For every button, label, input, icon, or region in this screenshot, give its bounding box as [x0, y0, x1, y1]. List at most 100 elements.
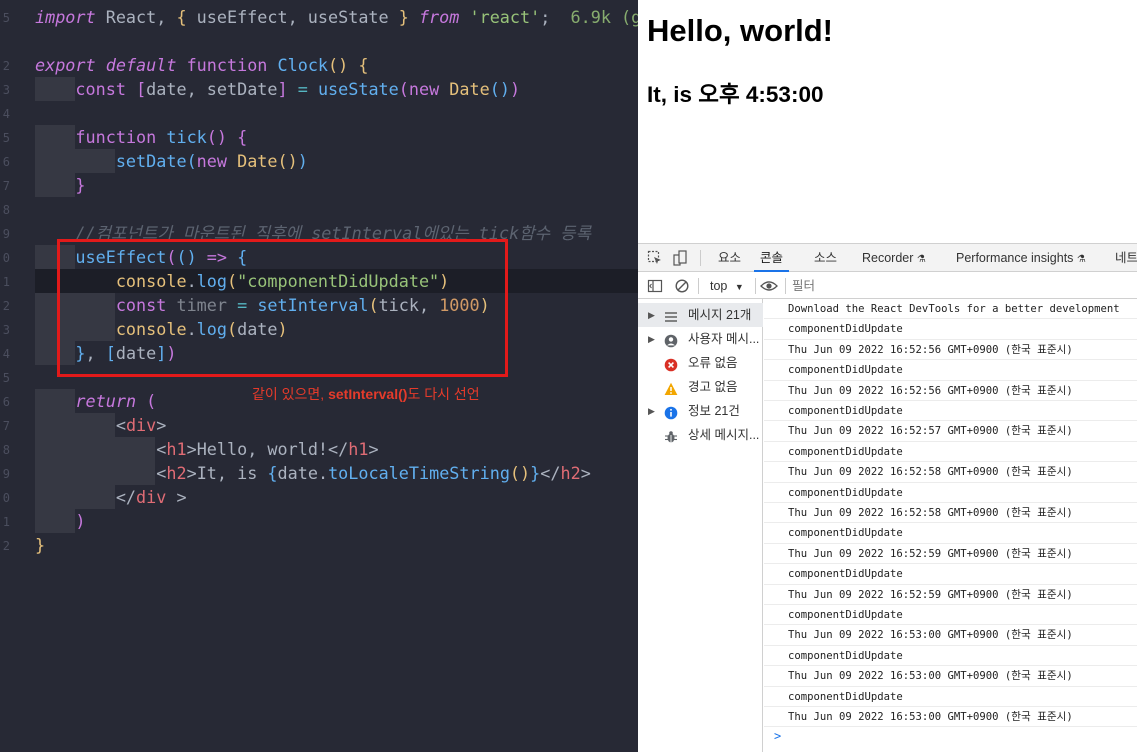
context-selector-value: top [710, 279, 728, 293]
code-token: tick [166, 127, 207, 147]
clear-console-icon[interactable] [674, 278, 690, 294]
code-token: < [156, 463, 167, 483]
console-sidebar: ▶ 메시지 21개 ▶ 사용자 메시... 오류 없음 경고 없음 ▶ 정보 21건 상세 메시… [638, 299, 763, 752]
code-line: function tick() { [35, 125, 247, 149]
code-token: h2 [166, 463, 187, 483]
code-token: Date [237, 151, 278, 171]
expand-arrow-icon[interactable]: ▶ [648, 327, 655, 351]
code-token: import [35, 7, 96, 27]
console-message: Thu Jun 09 2022 16:52:56 GMT+0900 (한국 표준… [764, 381, 1137, 401]
tab-elements[interactable]: 요소 [718, 244, 741, 272]
code-token: date [277, 463, 318, 483]
expand-arrow-icon[interactable]: ▶ [648, 399, 655, 423]
device-toolbar-icon[interactable] [672, 250, 688, 266]
code-token: default [105, 55, 177, 75]
line-number: 6 [2, 155, 10, 169]
code-token: ] [277, 79, 288, 99]
code-token: It, is [196, 463, 268, 483]
code-line: </div > [35, 485, 187, 509]
tab-recorder[interactable]: Recorder ⚗ [862, 244, 926, 272]
sidebar-item[interactable]: 오류 없음 [638, 351, 763, 375]
code-token: ) [75, 511, 86, 531]
code-token: > [156, 415, 167, 435]
sidebar-item[interactable]: ▶ 사용자 메시... [638, 327, 763, 351]
annotation-bold: setInterval() [328, 386, 408, 402]
user-icon [664, 332, 678, 348]
console-filter-input[interactable] [792, 277, 1122, 295]
sidebar-item[interactable]: 상세 메시지... [638, 423, 763, 447]
line-number: 0 [2, 491, 10, 505]
code-token: { [358, 55, 369, 75]
sidebar-item[interactable]: ▶ 메시지 21개 [638, 303, 763, 327]
code-line: <h2>It, is {date.toLocaleTimeString()}</… [35, 461, 591, 485]
code-token: </ [328, 439, 349, 459]
code-token: new [408, 79, 440, 99]
code-token: date, setDate [146, 79, 278, 99]
code-editor[interactable]: 5 2 3 4 5 6 7 8 9 0 1 2 3 4 5 6 7 8 9 0 1 2 import React, { u… [0, 0, 638, 752]
code-token: return [75, 391, 137, 411]
code-token: div [136, 487, 167, 507]
tab-network[interactable]: 네트 [1115, 244, 1137, 272]
code-token: < [115, 415, 126, 435]
code-token: [ [136, 79, 147, 99]
tab-performance-insights[interactable]: Performance insights ⚗ [956, 244, 1086, 272]
sidebar-item-label: 사용자 메시... [688, 332, 760, 346]
code-token: function [75, 127, 157, 147]
tab-sources[interactable]: 소스 [814, 244, 837, 272]
console-message: componentDidUpdate [764, 483, 1137, 503]
code-token: > [166, 487, 187, 507]
code-token: ( [146, 391, 157, 411]
code-line: <h1>Hello, world!</h1> [35, 437, 378, 461]
inspect-element-icon[interactable] [647, 250, 663, 266]
console-message: componentDidUpdate [764, 523, 1137, 544]
console-message: componentDidUpdate [764, 646, 1137, 667]
code-token: 'react' [469, 7, 541, 27]
line-number: 2 [2, 539, 10, 553]
code-token: > [186, 439, 197, 459]
code-token: . [317, 463, 329, 483]
console-message: Thu Jun 09 2022 16:52:57 GMT+0900 (한국 표준… [764, 421, 1137, 442]
console-message: Thu Jun 09 2022 16:52:58 GMT+0900 (한국 표준… [764, 503, 1137, 524]
code-token: Date [449, 79, 490, 99]
code-token: useState [317, 79, 399, 99]
console-message: Thu Jun 09 2022 16:53:00 GMT+0900 (한국 표준… [764, 625, 1137, 646]
code-token: ( [398, 79, 409, 99]
code-line: setDate(new Date()) [35, 149, 308, 173]
sidebar-toggle-icon[interactable] [647, 278, 663, 294]
code-line: const [date, setDate] = useState(new Dat… [35, 77, 520, 101]
sidebar-item[interactable]: 경고 없음 [638, 375, 763, 399]
code-token: div [125, 415, 157, 435]
code-line: ) [35, 509, 86, 533]
console-message: componentDidUpdate [764, 687, 1137, 707]
context-selector[interactable]: top ▼ [710, 273, 744, 299]
console-output[interactable]: Download the React DevTools for a better… [764, 299, 1137, 752]
tab-console[interactable]: 콘솔 [754, 244, 790, 272]
code-token: () [509, 463, 531, 483]
code-line: <div> [35, 413, 167, 437]
line-number: 5 [2, 371, 10, 385]
bug-icon [664, 428, 678, 443]
console-prompt[interactable]: > [774, 729, 781, 743]
console-message: componentDidUpdate [764, 442, 1137, 463]
expand-arrow-icon[interactable]: ▶ [648, 303, 655, 327]
console-message: Thu Jun 09 2022 16:53:00 GMT+0900 (한국 표준… [764, 707, 1137, 728]
line-number: 6 [2, 395, 10, 409]
code-token: 6.9k (gzipped: 2.7k) [570, 7, 638, 27]
line-number: 0 [2, 251, 10, 265]
code-token: () [328, 55, 349, 75]
console-toolbar: top ▼ [638, 273, 1137, 299]
line-number: 4 [2, 347, 10, 361]
code-token: </ [115, 487, 137, 507]
annotation-text: 같이 있으면, setInterval()도 다시 선언 [252, 384, 480, 404]
eye-icon[interactable] [760, 278, 778, 294]
sidebar-item[interactable]: ▶ 정보 21건 [638, 399, 763, 423]
